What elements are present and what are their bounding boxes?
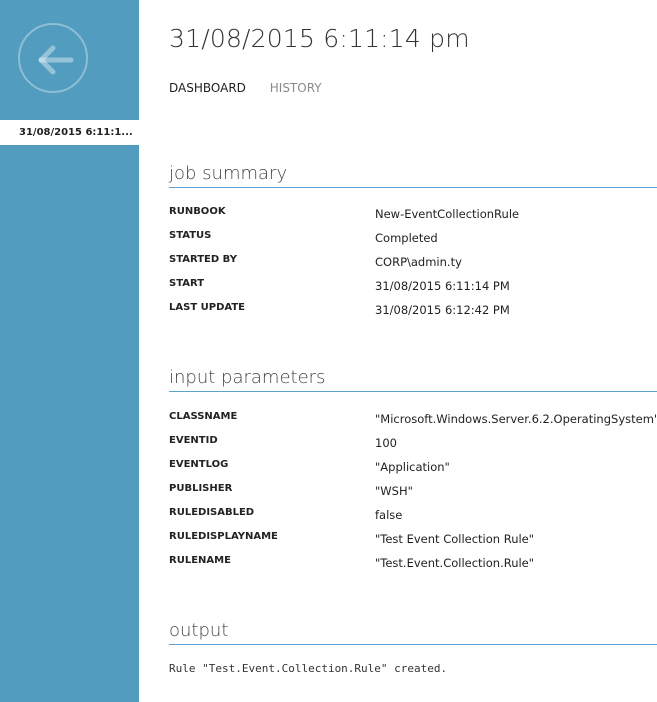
row-value: Completed: [375, 231, 438, 245]
row-label: PUBLISHER: [169, 483, 233, 494]
row-value: 31/08/2015 6:11:14 PM: [375, 279, 510, 293]
row-label: STARTED BY: [169, 254, 237, 265]
row-label: CLASSNAME: [169, 411, 238, 422]
sidebar-item-job[interactable]: 31/08/2015 6:11:1...: [0, 120, 139, 145]
summary-row-started-by: STARTED BY CORP\admin.ty: [169, 254, 657, 278]
row-value: New-EventCollectionRule: [375, 207, 520, 221]
back-button[interactable]: [18, 23, 88, 93]
param-row-rulename: RULENAME "Test.Event.Collection.Rule": [169, 555, 657, 579]
param-row-ruledisabled: RULEDISABLED false: [169, 507, 657, 531]
output-heading: output: [169, 620, 657, 645]
input-parameters-heading: input parameters: [169, 367, 657, 392]
summary-row-status: STATUS Completed: [169, 230, 657, 254]
sidebar: 31/08/2015 6:11:1...: [0, 0, 139, 702]
row-value: 31/08/2015 6:12:42 PM: [375, 303, 510, 317]
page-title: 31/08/2015 6:11:14 pm: [169, 24, 470, 53]
param-row-eventlog: EVENTLOG "Application": [169, 459, 657, 483]
row-label: STATUS: [169, 230, 212, 241]
summary-row-last-update: LAST UPDATE 31/08/2015 6:12:42 PM: [169, 302, 657, 326]
row-label: RULEDISABLED: [169, 507, 255, 518]
tab-history[interactable]: HISTORY: [270, 81, 322, 95]
row-value: "WSH": [375, 484, 413, 498]
row-value: "Test Event Collection Rule": [375, 532, 535, 546]
input-parameters-list: CLASSNAME "Microsoft.Windows.Server.6.2.…: [169, 411, 657, 579]
tab-bar: DASHBOARD HISTORY: [169, 81, 342, 95]
row-value: CORP\admin.ty: [375, 255, 462, 269]
row-value: "Microsoft.Windows.Server.6.2.OperatingS…: [375, 412, 657, 426]
row-label: RULENAME: [169, 555, 231, 566]
param-row-publisher: PUBLISHER "WSH": [169, 483, 657, 507]
summary-row-start: START 31/08/2015 6:11:14 PM: [169, 278, 657, 302]
output-text: Rule "Test.Event.Collection.Rule" create…: [169, 662, 448, 675]
row-label: RUNBOOK: [169, 206, 226, 217]
row-value: false: [375, 508, 403, 522]
row-label: START: [169, 278, 205, 289]
row-value: "Application": [375, 460, 450, 474]
row-label: LAST UPDATE: [169, 302, 245, 313]
param-row-ruledisplayname: RULEDISPLAYNAME "Test Event Collection R…: [169, 531, 657, 555]
row-value: 100: [375, 436, 397, 450]
row-value: "Test.Event.Collection.Rule": [375, 556, 535, 570]
tab-dashboard[interactable]: DASHBOARD: [169, 81, 246, 95]
summary-row-runbook: RUNBOOK New-EventCollectionRule: [169, 206, 657, 230]
job-summary-list: RUNBOOK New-EventCollectionRule STATUS C…: [169, 206, 657, 326]
row-label: RULEDISPLAYNAME: [169, 531, 278, 542]
row-label: EVENTID: [169, 435, 218, 446]
param-row-classname: CLASSNAME "Microsoft.Windows.Server.6.2.…: [169, 411, 657, 435]
param-row-eventid: EVENTID 100: [169, 435, 657, 459]
row-label: EVENTLOG: [169, 459, 229, 470]
job-summary-heading: job summary: [169, 163, 657, 188]
